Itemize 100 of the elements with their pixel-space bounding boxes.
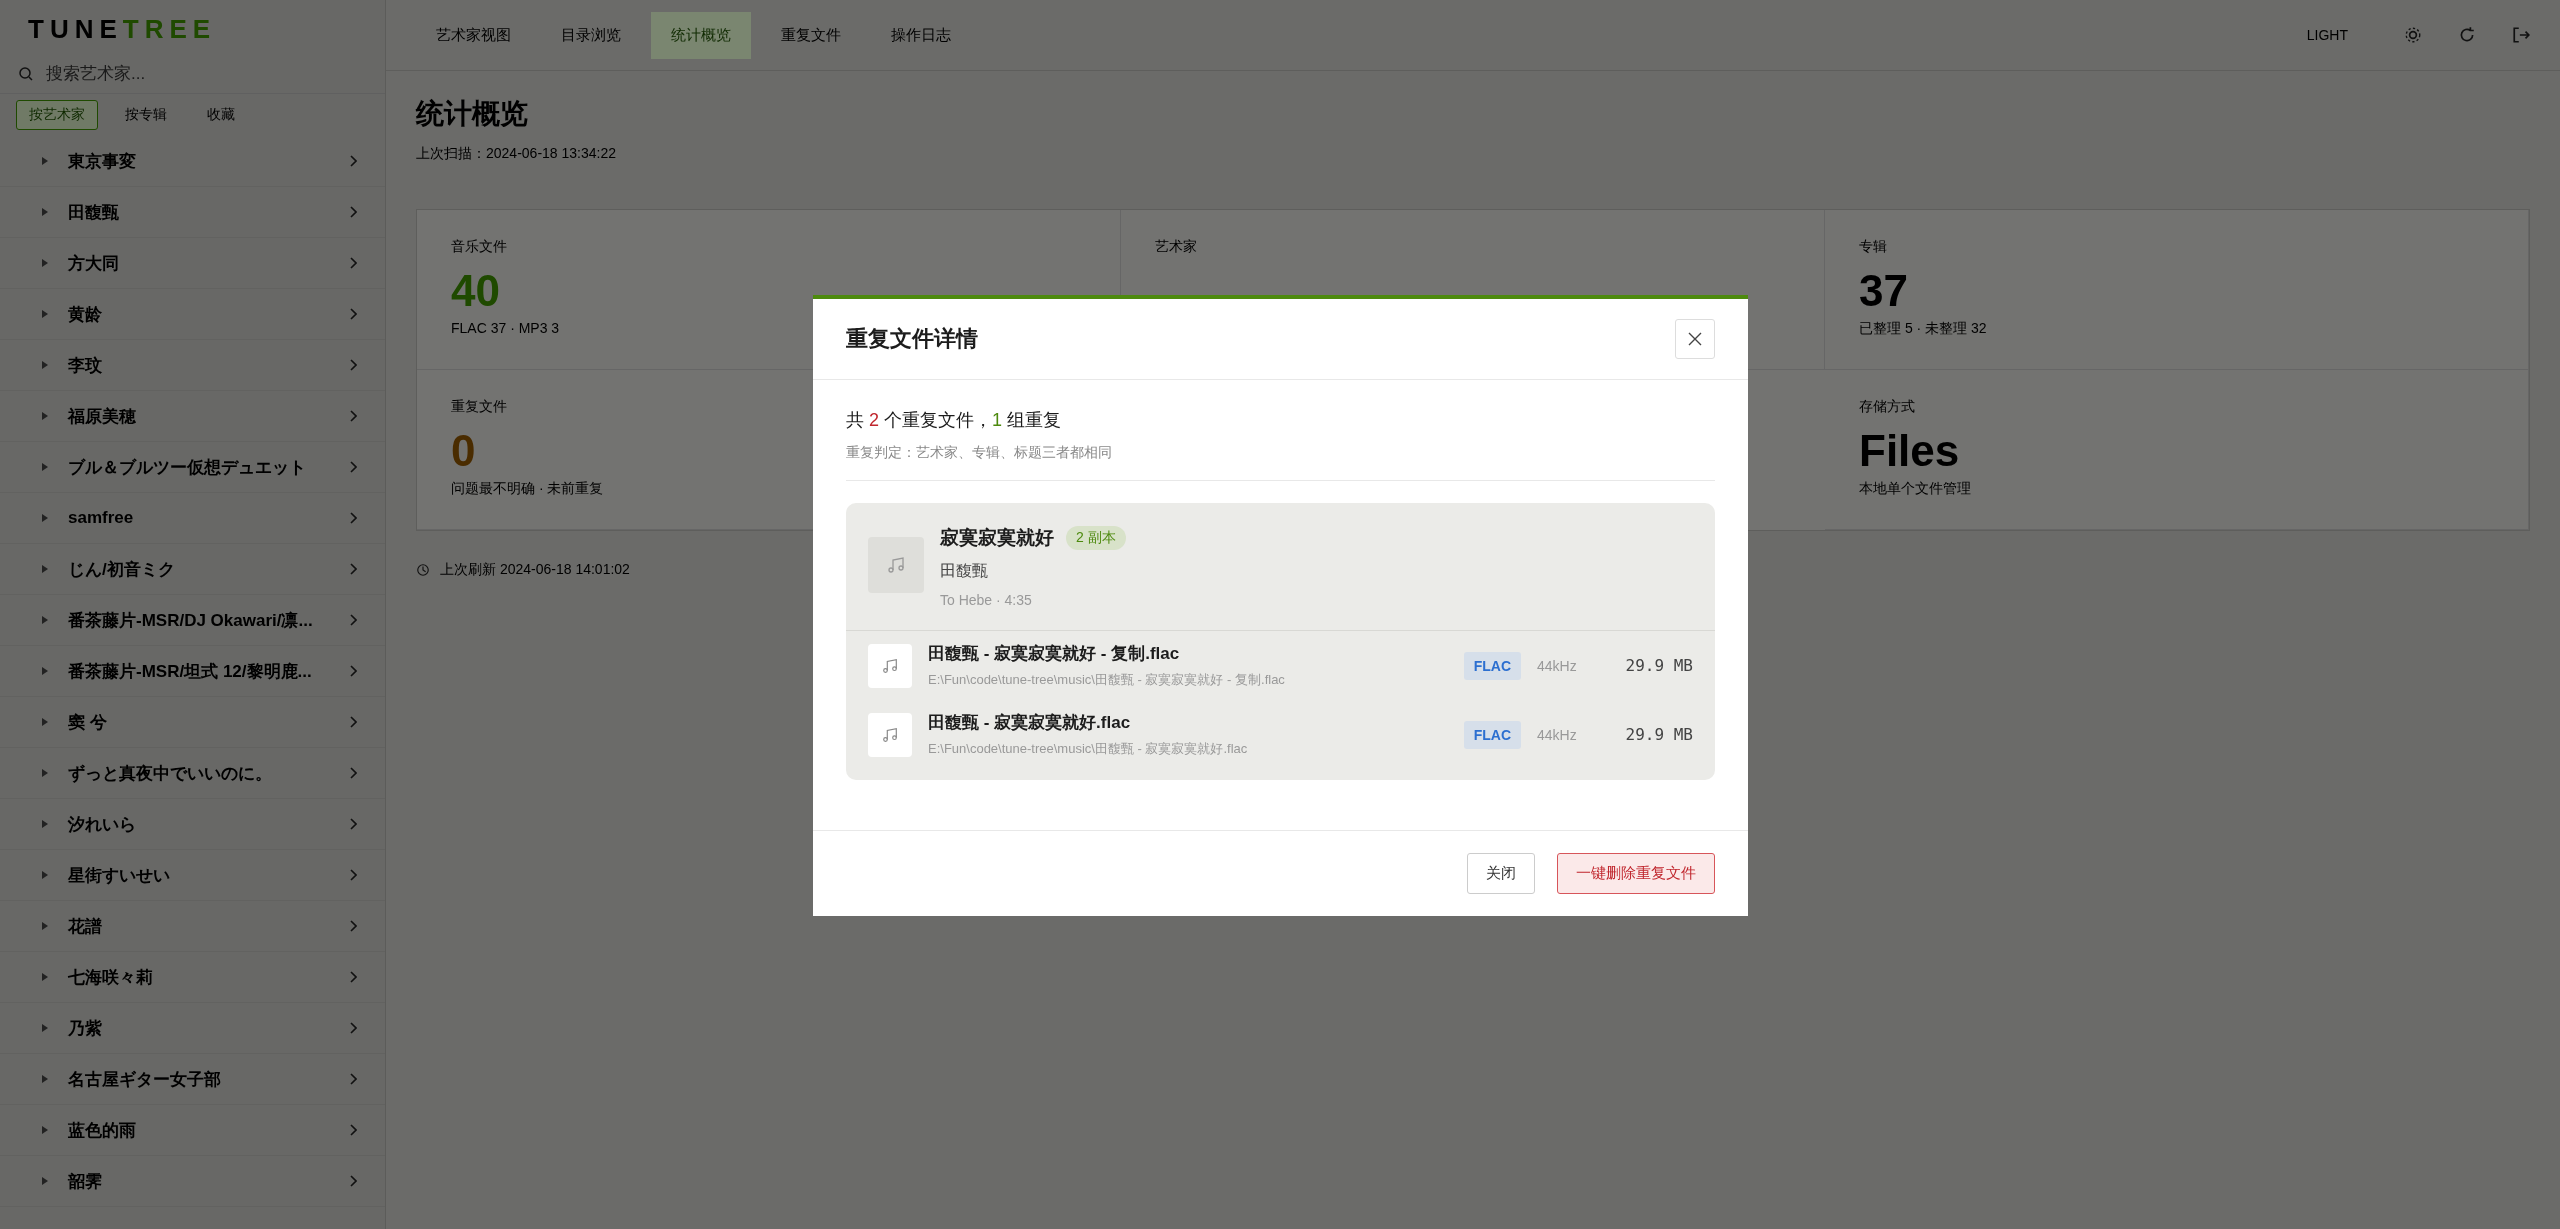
artist-item[interactable]: 乃紫 [0, 1003, 385, 1054]
artist-item[interactable]: 方大同 [0, 238, 385, 289]
close-dialog-button[interactable]: 关闭 [1467, 853, 1535, 894]
artist-item[interactable]: 黄龄 [0, 289, 385, 340]
logout-icon[interactable] [2512, 26, 2530, 44]
stat-detail: FLAC 37 · MP3 3 [451, 320, 561, 336]
chevron-icon [349, 1073, 357, 1085]
artist-item[interactable]: samfree [0, 493, 385, 544]
artist-item[interactable]: 窦 兮 [0, 697, 385, 748]
artist-item[interactable]: 名古屋ギター女子部 [0, 1054, 385, 1105]
artist-item[interactable]: 星街すいせい [0, 850, 385, 901]
artist-item[interactable]: ブル＆ブルツー仮想デュエット [0, 442, 385, 493]
file-name: 田馥甄 - 寂寞寂寞就好.flac [928, 712, 1132, 734]
clock-icon [416, 563, 430, 577]
dialog-title: 重复文件详情 [846, 325, 978, 353]
artist-name: 田馥甄 [940, 561, 989, 581]
chevron-icon [349, 1175, 357, 1187]
stat-label: 艺术家 [1155, 238, 1198, 256]
music-note-icon [881, 725, 899, 744]
artist-item[interactable]: 田馥甄 [0, 187, 385, 238]
expand-arrow-icon [42, 259, 48, 267]
file-path: E:\Fun\code\tune-tree\music\田馥甄 - 寂寞寂寞就好.flac [928, 740, 1249, 758]
filter-tab[interactable]: 按艺术家 [16, 100, 98, 130]
stat-value: 37 [1859, 266, 1908, 316]
nav-tab[interactable]: 统计概览 [651, 11, 751, 59]
artist-item[interactable]: 蓝色的雨 [0, 1105, 385, 1156]
chevron-icon [349, 665, 357, 677]
chevron-icon [349, 971, 357, 983]
artist-item[interactable]: ずっと真夜中でいいのに。 [0, 748, 385, 799]
delete-duplicates-button[interactable]: 一键删除重复文件 [1557, 853, 1715, 894]
nav-tab[interactable]: 操作日志 [871, 11, 971, 59]
artist-item[interactable]: 韶霁 [0, 1156, 385, 1207]
sample-rate: 44kHz [1537, 657, 1578, 674]
stat-value: 0 [451, 426, 476, 476]
expand-arrow-icon [42, 463, 48, 471]
stat-detail: 问题最不明确 · 未前重复 [451, 480, 605, 498]
expand-arrow-icon [42, 412, 48, 420]
stat-label: 专辑 [1859, 238, 1888, 256]
artist-item[interactable]: 汐れいら [0, 799, 385, 850]
expand-arrow-icon [42, 310, 48, 318]
expand-arrow-icon [42, 1126, 48, 1134]
search-icon [18, 66, 34, 82]
artist-item[interactable]: じん/初音ミク [0, 544, 385, 595]
close-button[interactable] [1675, 319, 1715, 359]
chevron-icon [349, 359, 357, 371]
filter-tab[interactable]: 按专辑 [112, 100, 180, 130]
chevron-icon [349, 410, 357, 422]
settings-icon[interactable] [2404, 26, 2422, 44]
expand-arrow-icon [42, 820, 48, 828]
artist-item[interactable]: 福原美穂 [0, 391, 385, 442]
stat-label: 音乐文件 [451, 238, 508, 256]
chevron-icon [349, 461, 357, 473]
nav-tab[interactable]: 目录浏览 [541, 11, 641, 59]
stat-value: 40 [451, 266, 500, 316]
chevron-icon [349, 869, 357, 881]
sample-rate: 44kHz [1537, 726, 1578, 743]
expand-arrow-icon [42, 871, 48, 879]
expand-arrow-icon [42, 922, 48, 930]
expand-arrow-icon [42, 514, 48, 522]
file-name: 田馥甄 - 寂寞寂寞就好 - 复制.flac [928, 643, 1181, 665]
artist-item[interactable]: 東京事変 [0, 136, 385, 187]
filter-tab[interactable]: 收藏 [194, 100, 248, 130]
artist-item[interactable]: 花譜 [0, 901, 385, 952]
expand-arrow-icon [42, 667, 48, 675]
chevron-icon [349, 512, 357, 524]
stat-detail: 已整理 5 · 未整理 32 [1859, 320, 1988, 338]
search-field[interactable]: 搜索艺术家... [44, 63, 367, 85]
expand-arrow-icon [42, 718, 48, 726]
artist-item[interactable]: 番茶藤片-MSR/坦式 12/黎明鹿... [0, 646, 385, 697]
artist-item[interactable]: 李玟 [0, 340, 385, 391]
chevron-icon [349, 257, 357, 269]
page-subtitle: 上次扫描：2024-06-18 13:34:22 [416, 145, 617, 163]
music-note-icon [881, 656, 899, 675]
stat-label: 重复文件 [451, 398, 508, 416]
expand-arrow-icon [42, 1024, 48, 1032]
artist-item[interactable]: 七海咲々莉 [0, 952, 385, 1003]
theme-label[interactable]: LIGHT [2306, 27, 2348, 43]
chevron-icon [349, 716, 357, 728]
nav-tab[interactable]: 艺术家视图 [416, 11, 531, 59]
refresh-note: 上次刷新 2024-06-18 14:01:02 [440, 561, 630, 579]
chevron-icon [349, 1124, 357, 1136]
nav-tab[interactable]: 重复文件 [761, 11, 861, 59]
expand-arrow-icon [42, 973, 48, 981]
expand-arrow-icon [42, 616, 48, 624]
chevron-icon [349, 818, 357, 830]
chevron-icon [349, 767, 357, 779]
format-badge: FLAC [1463, 720, 1521, 749]
expand-arrow-icon [42, 565, 48, 573]
file-path: E:\Fun\code\tune-tree\music\田馥甄 - 寂寞寂寞就好 - 复制.flac [928, 671, 1286, 689]
artist-item[interactable]: 番茶藤片-MSR/DJ Okawari/凛... [0, 595, 385, 646]
chevron-icon [349, 563, 357, 575]
close-icon [1688, 332, 1702, 346]
expand-arrow-icon [42, 1075, 48, 1083]
stat-detail: 本地单个文件管理 [1859, 480, 1972, 498]
chevron-icon [349, 206, 357, 218]
copies-badge: 2 副本 [1066, 526, 1126, 550]
expand-arrow-icon [42, 1177, 48, 1185]
chevron-icon [349, 1022, 357, 1034]
refresh-icon[interactable] [2458, 26, 2476, 44]
logo: TUNE TREE [27, 13, 218, 46]
